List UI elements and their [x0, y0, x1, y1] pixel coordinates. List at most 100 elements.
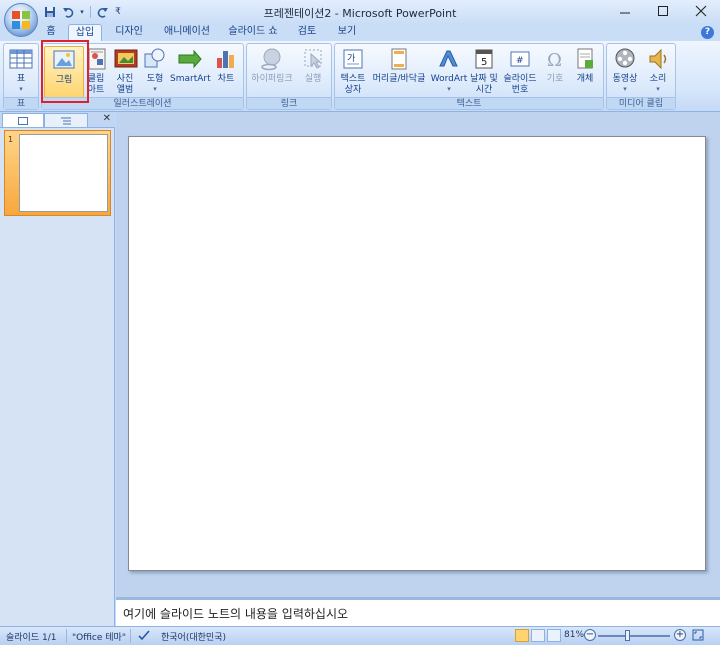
office-button[interactable] — [4, 3, 38, 37]
title-bar: ▾ ₹ 프레젠테이션2 - Microsoft PowerPoint — [0, 0, 720, 37]
symbol-button[interactable]: Ω 기호 — [541, 46, 569, 85]
header-footer-icon — [391, 48, 407, 70]
slideshow-view-button[interactable] — [547, 629, 561, 642]
object-button[interactable]: 개체 — [571, 46, 599, 85]
movie-button-label: 동영상 — [612, 74, 638, 84]
sound-button-label: 소리 — [649, 74, 667, 84]
chart-button-label: 차트 — [217, 74, 235, 84]
status-bar: 슬라이드 1/1 "Office 테마" 한국어(대한민국) 81% − + — [0, 626, 720, 645]
svg-text:Ω: Ω — [547, 50, 562, 71]
photo-album-button-label: 사진 앨범 — [116, 74, 134, 95]
sound-button[interactable]: 소리 ▾ — [643, 46, 673, 93]
svg-text:#: # — [516, 56, 524, 66]
group-media: 동영상 ▾ 소리 ▾ 미디어 클립 — [606, 43, 676, 110]
action-button-label: 실행 — [304, 74, 322, 84]
slides-panel: ✕ 1 — [0, 112, 115, 626]
symbol-button-label: 기호 — [546, 74, 564, 84]
action-button[interactable]: 실행 — [299, 46, 327, 85]
photo-album-icon — [114, 49, 138, 68]
wordart-button[interactable]: WordArt ▾ — [429, 46, 469, 93]
header-footer-button-label: 머리글/바닥글 — [372, 74, 426, 84]
group-label-links: 링크 — [247, 97, 331, 109]
zoom-in-button[interactable]: + — [674, 629, 686, 641]
tab-home[interactable]: 홈 — [40, 24, 62, 41]
chevron-down-icon: ▾ — [153, 85, 157, 93]
table-button[interactable]: 표 ▾ — [7, 46, 35, 93]
close-button[interactable] — [682, 0, 720, 22]
tab-insert[interactable]: 삽입 — [68, 24, 102, 41]
svg-text:5: 5 — [481, 57, 487, 68]
slide-canvas[interactable] — [128, 136, 706, 571]
movie-button[interactable]: 동영상 ▾ — [609, 46, 641, 93]
ribbon-tabs: 홈 삽입 디자인 애니메이션 슬라이드 쇼 검토 보기 ? — [0, 24, 720, 41]
wordart-icon — [439, 50, 458, 67]
hyperlink-button[interactable]: 하이퍼링크 — [249, 46, 295, 85]
sound-icon — [649, 48, 667, 70]
panel-tabs: ✕ — [0, 112, 115, 128]
spellcheck-icon[interactable] — [137, 629, 151, 645]
shapes-icon — [144, 48, 165, 68]
slide-thumbnail-selected[interactable]: 1 — [4, 130, 111, 216]
wordart-button-label: WordArt — [430, 74, 468, 84]
notes-pane[interactable]: 여기에 슬라이드 노트의 내용을 입력하십시오 — [116, 597, 720, 626]
shapes-button[interactable]: 도형 ▾ — [141, 46, 169, 93]
zoom-level: 81% — [564, 630, 585, 640]
chart-button[interactable]: 차트 — [212, 46, 240, 85]
slides-tab-icon — [18, 116, 28, 125]
chevron-down-icon: ▾ — [656, 85, 660, 93]
smartart-button[interactable]: SmartArt — [170, 46, 211, 85]
slide-number-icon: # — [510, 51, 530, 67]
chevron-down-icon: ▾ — [623, 85, 627, 93]
tab-review[interactable]: 검토 — [290, 24, 324, 41]
maximize-button[interactable] — [644, 0, 682, 22]
tab-animation[interactable]: 애니메이션 — [158, 24, 216, 41]
smartart-button-label: SmartArt — [170, 74, 211, 84]
table-icon — [9, 49, 33, 69]
tab-slideshow[interactable]: 슬라이드 쇼 — [222, 24, 284, 41]
close-icon[interactable]: ✕ — [103, 113, 111, 124]
shapes-button-label: 도형 — [146, 74, 164, 84]
fit-to-window-icon[interactable] — [692, 629, 704, 644]
tab-view[interactable]: 보기 — [330, 24, 364, 41]
status-separator — [130, 629, 131, 643]
zoom-slider[interactable] — [598, 635, 670, 637]
action-icon — [304, 49, 322, 69]
table-button-label: 표 — [16, 74, 26, 84]
window-controls — [606, 0, 720, 22]
tab-slides[interactable] — [2, 113, 44, 127]
help-icon[interactable]: ? — [701, 26, 714, 39]
slide-thumbnail[interactable] — [19, 134, 108, 212]
svg-text:가: 가 — [347, 53, 355, 64]
chevron-down-icon: ▾ — [19, 85, 23, 93]
notes-placeholder: 여기에 슬라이드 노트의 내용을 입력하십시오 — [123, 607, 349, 621]
normal-view-button[interactable] — [515, 629, 529, 642]
outline-tab-icon — [61, 117, 71, 124]
slide-sorter-view-button[interactable] — [531, 629, 545, 642]
smartart-icon — [178, 49, 202, 69]
zoom-out-button[interactable]: − — [584, 629, 596, 641]
group-label-media: 미디어 클립 — [607, 97, 675, 109]
textbox-button-label: 텍스트 상자 — [340, 74, 366, 95]
header-footer-button[interactable]: 머리글/바닥글 — [370, 46, 428, 85]
minimize-button[interactable] — [606, 0, 644, 22]
datetime-button-label: 날짜 및 시간 — [470, 74, 498, 95]
zoom-slider-thumb[interactable] — [625, 630, 630, 641]
photo-album-button[interactable]: 사진 앨범 ▾ — [112, 46, 138, 104]
symbol-icon: Ω — [547, 50, 562, 71]
datetime-button[interactable]: 5 날짜 및 시간 — [469, 46, 499, 96]
group-table: 표 ▾ 표 — [3, 43, 39, 110]
textbox-button[interactable]: 가 텍스트 상자 ▾ — [337, 46, 369, 96]
language[interactable]: 한국어(대한민국) — [161, 630, 226, 643]
hyperlink-icon — [261, 48, 281, 71]
datetime-icon: 5 — [475, 49, 493, 69]
group-text: 가 텍스트 상자 ▾ 머리글/바닥글 WordArt ▾ 5 날짜 및 시간 #… — [334, 43, 604, 110]
slide-number-button[interactable]: # 슬라이드 번호 — [500, 46, 540, 96]
tab-outline[interactable] — [44, 113, 88, 127]
theme-name: "Office 테마" — [72, 633, 126, 643]
office-logo-icon — [12, 11, 30, 29]
chevron-down-icon: ▾ — [447, 85, 451, 93]
group-links: 하이퍼링크 실행 링크 — [246, 43, 332, 110]
tab-design[interactable]: 디자인 — [108, 24, 150, 41]
ribbon: 표 ▾ 표 그림 클립 아트 사진 앨범 ▾ 도형 ▾ SmartArt — [0, 41, 720, 112]
chart-icon — [217, 51, 234, 68]
